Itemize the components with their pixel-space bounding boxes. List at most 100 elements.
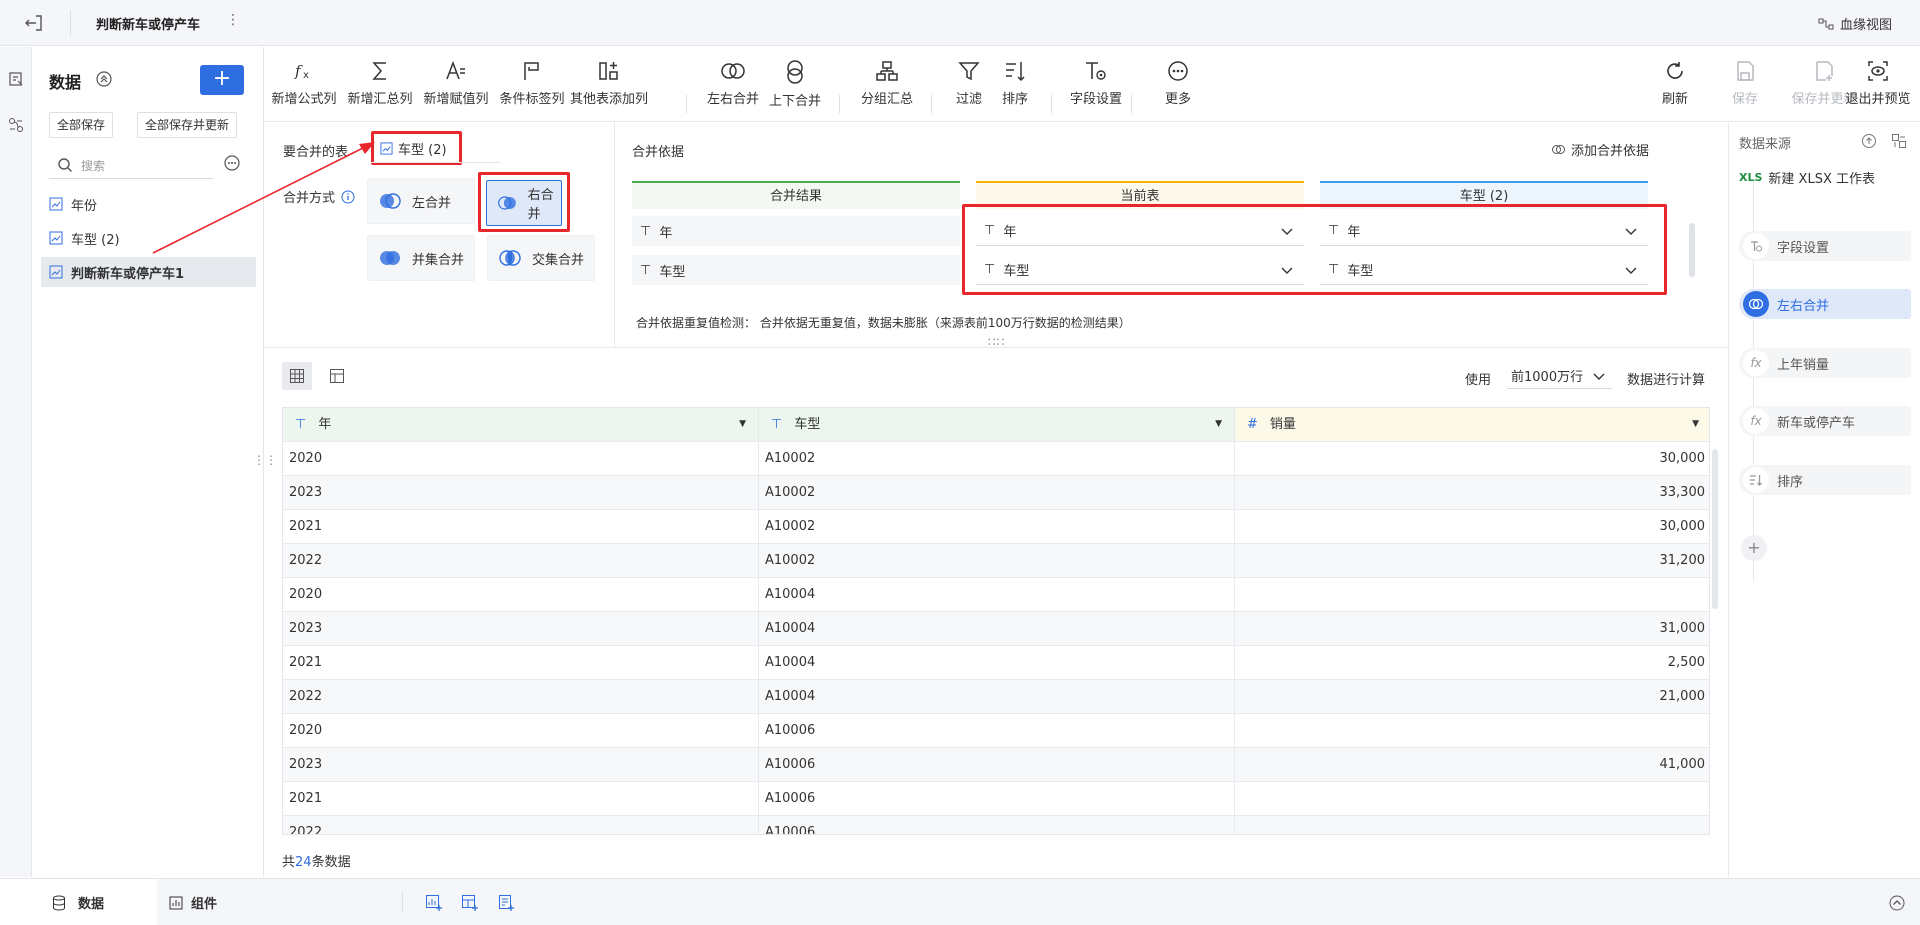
add-basis-label: 添加合并依据 xyxy=(1571,144,1650,159)
fx-icon: fx xyxy=(1743,408,1769,434)
cell-year: 2020 xyxy=(283,578,759,612)
drag-handle-icon[interactable]: ⋮⋮ xyxy=(253,453,277,467)
bottom-bar: 数据 组件 xyxy=(0,878,1920,925)
relation-icon[interactable] xyxy=(8,117,24,133)
add-table-button[interactable]: + xyxy=(200,65,244,95)
more-icon xyxy=(1168,61,1188,81)
divider xyxy=(614,123,615,348)
toolbar-label: 上下合并 xyxy=(768,94,821,109)
add-column-from-table-button[interactable]: 其他表添加列 xyxy=(570,59,648,107)
text-type-icon: ⊤ xyxy=(295,417,307,432)
option-label: 右合并 xyxy=(527,188,554,222)
result-field-year: ⊤ 年 xyxy=(632,216,960,246)
caret-down-icon[interactable]: ▼ xyxy=(739,408,746,441)
tab-label: 数据 xyxy=(78,897,105,912)
column-header-sales[interactable]: # 销量 ▼ xyxy=(1235,408,1709,441)
cell-year: 2020 xyxy=(283,714,759,748)
chevron-down-icon xyxy=(1593,373,1605,380)
collapse-up-icon[interactable] xyxy=(95,70,113,88)
grid-view-toggle[interactable] xyxy=(282,362,312,390)
rows-select[interactable]: 前1000万行 xyxy=(1507,363,1612,389)
kebab-menu-icon[interactable]: ⋮ xyxy=(226,12,240,28)
flow-step-field-setting[interactable]: 字段设置 xyxy=(1739,231,1911,261)
cell-year: 2022 xyxy=(283,544,759,578)
cell-year: 2023 xyxy=(283,476,759,510)
right-merge-option[interactable]: 右合并 xyxy=(486,180,562,226)
add-summary-column-button[interactable]: 新增汇总列 xyxy=(341,59,419,107)
cell-year: 2020 xyxy=(283,442,759,476)
horizontal-merge-icon xyxy=(721,63,745,79)
layout-switch-icon[interactable] xyxy=(1891,133,1907,149)
cell-model: A10006 xyxy=(759,714,1235,748)
step-label: 排序 xyxy=(1777,474,1804,490)
add-report-icon[interactable] xyxy=(497,894,515,912)
divider xyxy=(839,95,840,113)
add-step-button[interactable]: + xyxy=(1741,535,1767,561)
divider xyxy=(686,95,687,113)
exit-preview-button[interactable]: 退出并预览 xyxy=(1837,59,1919,107)
column-header-year[interactable]: ⊤ 年 ▼ xyxy=(283,408,759,441)
table-view-toggle[interactable] xyxy=(322,362,352,390)
resize-handle-icon[interactable]: ∷∷ xyxy=(988,335,1005,349)
upload-icon[interactable] xyxy=(1861,133,1877,149)
divider xyxy=(402,891,403,913)
add-chart-icon[interactable] xyxy=(425,894,443,912)
scrollbar[interactable] xyxy=(1712,449,1718,609)
toolbar-label: 新增公式列 xyxy=(271,92,337,107)
save-all-button[interactable]: 全部保存 xyxy=(49,112,114,138)
scrollbar[interactable] xyxy=(1689,223,1695,277)
vertical-merge-button[interactable]: 上下合并 xyxy=(756,59,834,109)
text-type-icon: ⊤ xyxy=(771,417,783,432)
add-merge-basis-button[interactable]: 添加合并依据 xyxy=(1551,140,1649,159)
sort-button[interactable]: 排序 xyxy=(976,59,1054,107)
flow-step-new-or-discontinued[interactable]: fx 新车或停产车 xyxy=(1739,406,1911,436)
flow-source-xlsx[interactable]: XLS 新建 XLSX 工作表 xyxy=(1739,163,1911,191)
intersect-merge-option[interactable]: 交集合并 xyxy=(487,235,595,281)
collapse-up-icon[interactable] xyxy=(1888,894,1906,912)
add-assign-column-button[interactable]: 新增赋值列 xyxy=(417,59,495,107)
caret-down-icon[interactable]: ▼ xyxy=(1692,408,1699,441)
assign-icon xyxy=(446,60,465,80)
tab-component[interactable]: 组件 xyxy=(157,879,235,925)
option-label: 交集合并 xyxy=(532,252,585,268)
text-type-icon: ⊤ xyxy=(640,223,652,239)
cell-model: A10006 xyxy=(759,782,1235,816)
calc-label: 数据进行计算 xyxy=(1627,373,1706,388)
exit-icon[interactable] xyxy=(22,12,50,34)
database-icon xyxy=(53,895,65,911)
cell-model: A10002 xyxy=(759,476,1235,510)
cell-year: 2023 xyxy=(283,748,759,782)
lineage-view-button[interactable]: 血缘视图 xyxy=(1818,14,1892,33)
preview-icon xyxy=(1868,61,1888,81)
refresh-button[interactable]: 刷新 xyxy=(1645,59,1705,107)
sigma-icon xyxy=(372,62,386,80)
tab-data[interactable]: 数据 xyxy=(0,879,157,925)
cell-year: 2021 xyxy=(283,646,759,680)
add-formula-column-button[interactable]: fx 新增公式列 xyxy=(265,59,343,107)
caret-down-icon[interactable]: ▼ xyxy=(1215,408,1222,441)
table-row: 2022 A10002 31,200 xyxy=(283,543,1709,578)
cell-sales xyxy=(1235,816,1709,834)
cell-year: 2021 xyxy=(283,782,759,816)
column-header-model[interactable]: ⊤ 车型 ▼ xyxy=(759,408,1235,441)
table-icon xyxy=(49,197,63,211)
cell-sales: 30,000 xyxy=(1659,519,1706,534)
group-summary-button[interactable]: 分组汇总 xyxy=(848,59,926,107)
table-icon xyxy=(49,231,63,245)
more-button[interactable]: 更多 xyxy=(1139,59,1217,107)
cell-model: A10004 xyxy=(759,612,1235,646)
data-prep-icon[interactable] xyxy=(8,71,24,87)
save-button[interactable]: 保存 xyxy=(1715,59,1775,107)
left-rail xyxy=(0,47,32,877)
svg-text:f: f xyxy=(294,62,303,80)
field-setting-button[interactable]: 字段设置 xyxy=(1057,59,1135,107)
option-label: 并集合并 xyxy=(412,252,465,268)
flow-step-sort[interactable]: 排序 xyxy=(1739,465,1911,495)
add-dashboard-icon[interactable] xyxy=(461,894,479,912)
condition-tag-column-button[interactable]: 条件标签列 xyxy=(493,59,571,107)
cell-year: 2022 xyxy=(283,816,759,834)
field-label: 年 xyxy=(659,225,673,241)
flow-step-horizontal-merge[interactable]: 左右合并 xyxy=(1739,289,1911,319)
flow-step-last-year-sales[interactable]: fx 上年销量 xyxy=(1739,348,1911,378)
toolbar-label: 保存 xyxy=(1731,92,1758,107)
